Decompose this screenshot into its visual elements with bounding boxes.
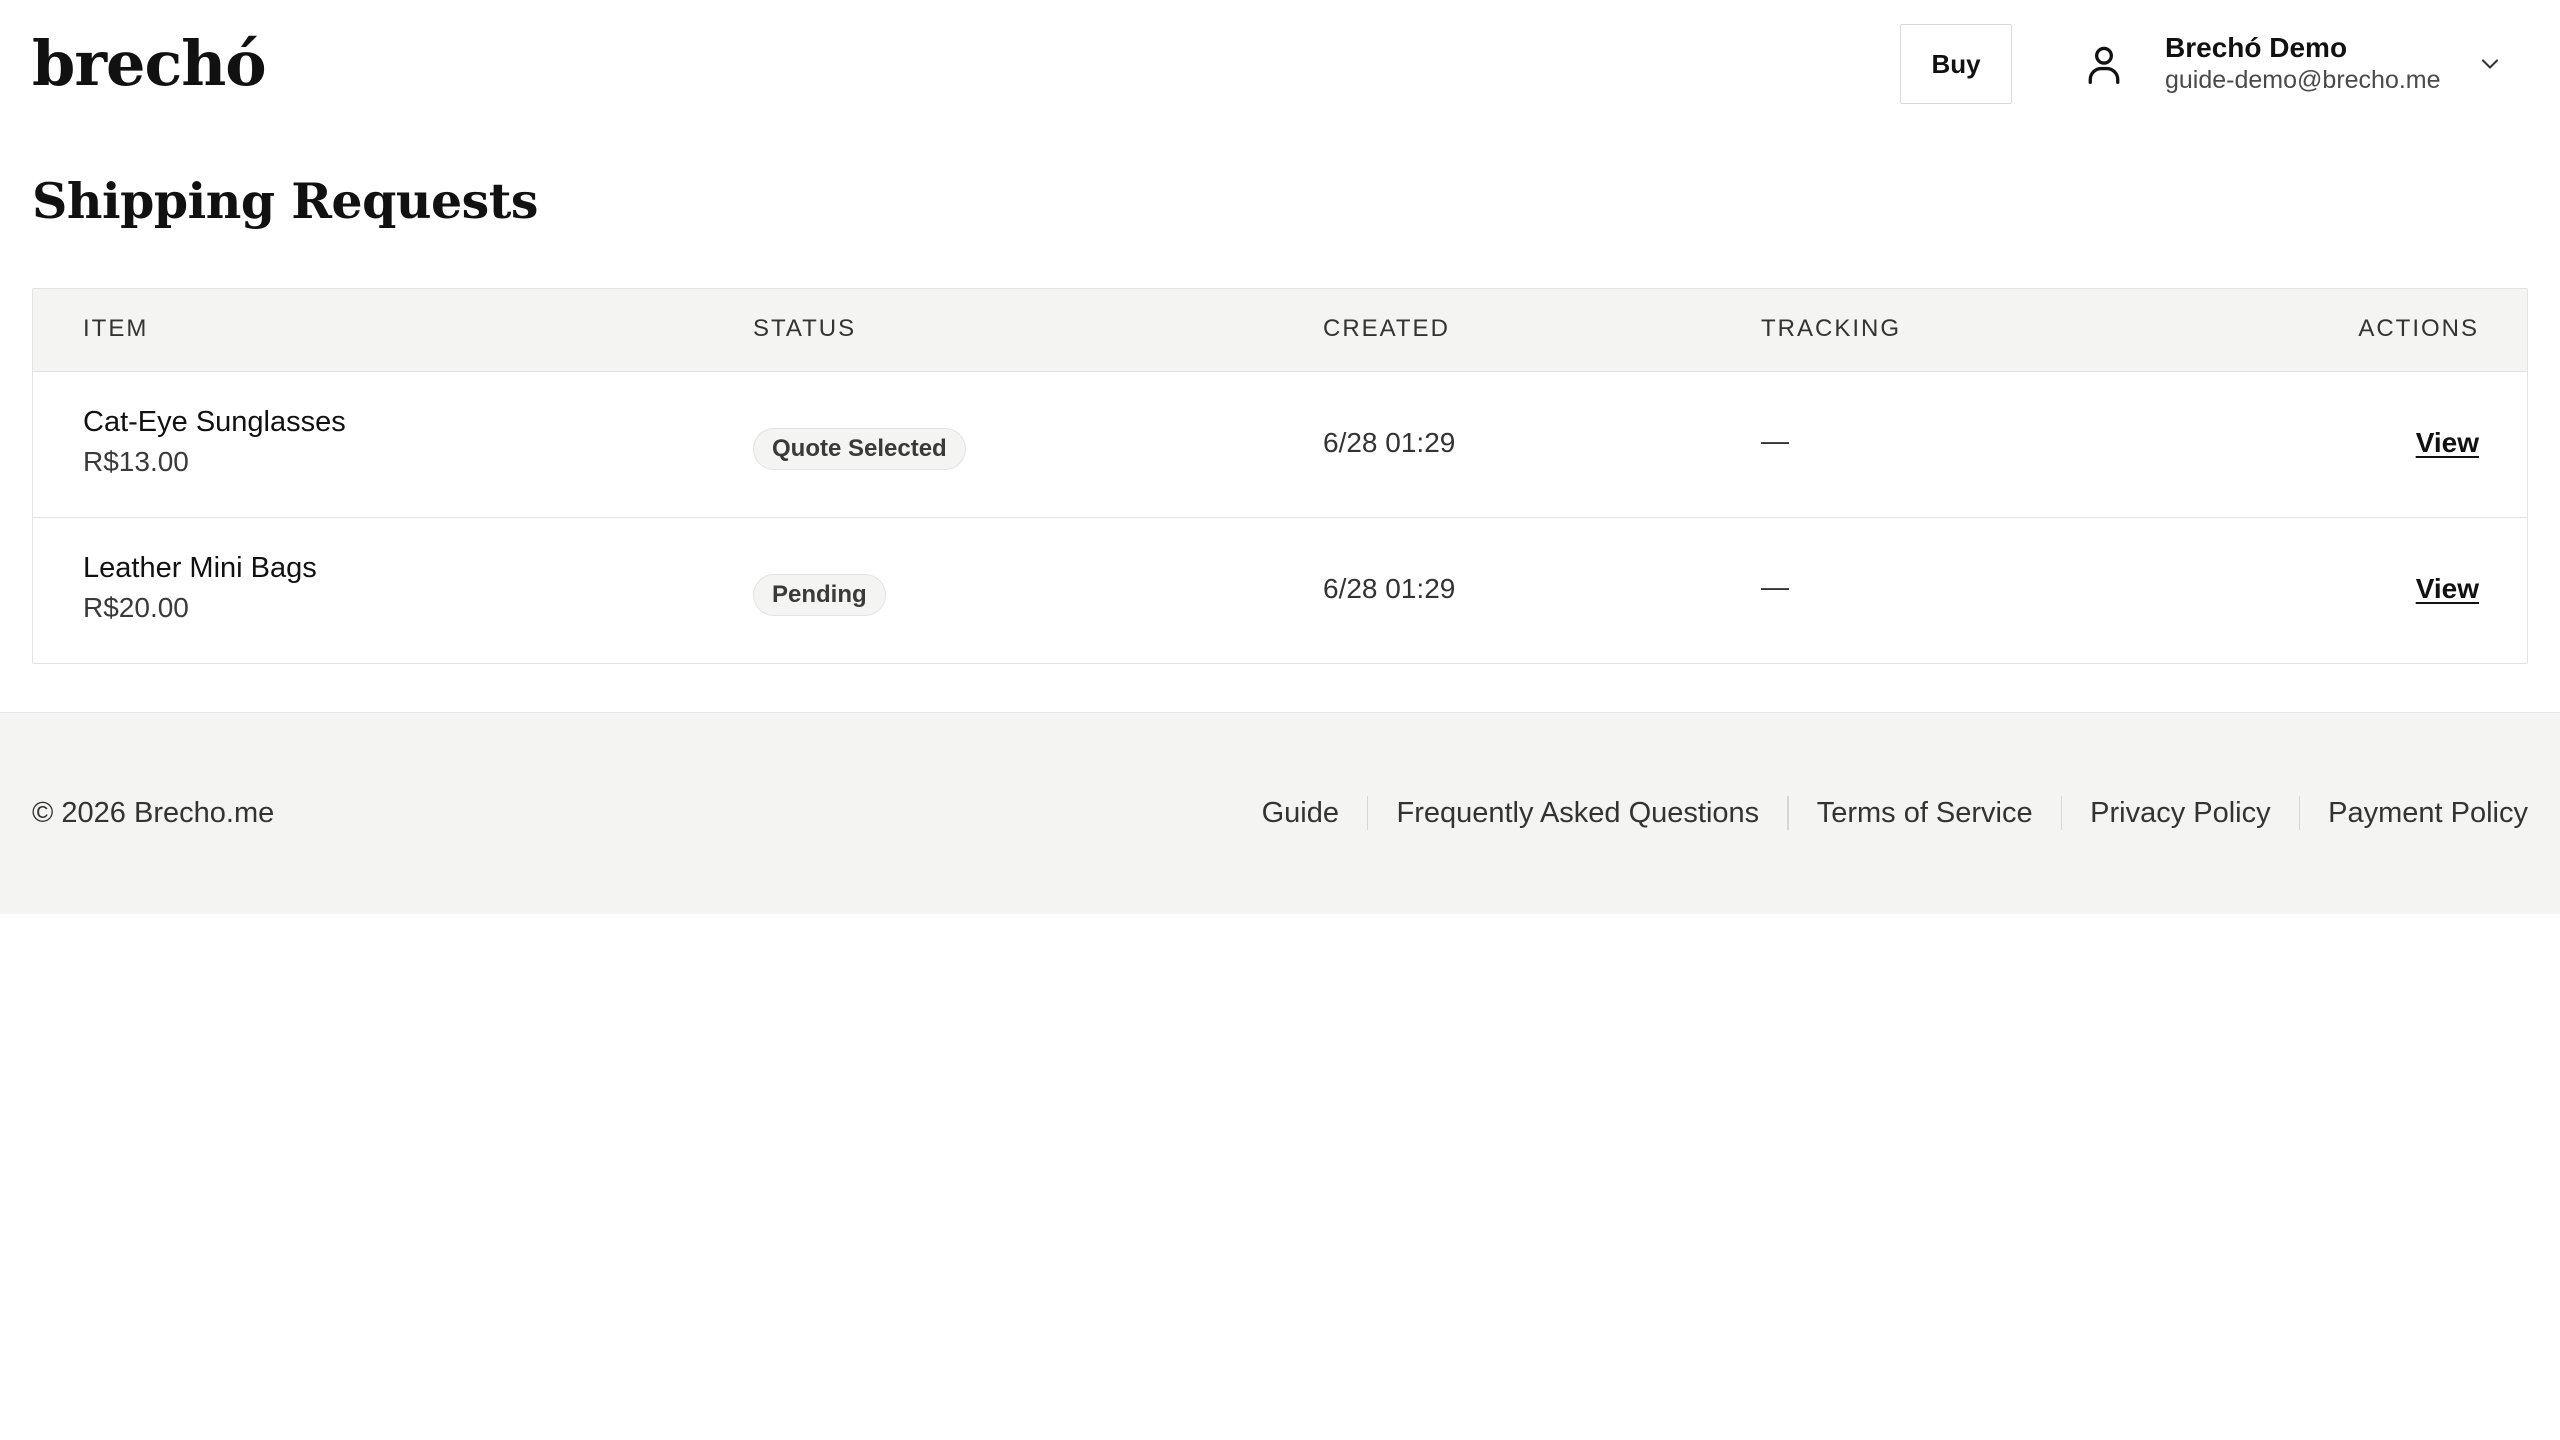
column-header-actions: ACTIONS (2358, 315, 2479, 342)
table-row: Leather Mini Bags R$20.00 Pending 6/28 0… (33, 518, 2527, 663)
footer-link-guide[interactable]: Guide (1262, 797, 1339, 830)
column-header-tracking: TRACKING (1761, 315, 1902, 342)
column-header-item: ITEM (83, 315, 149, 342)
footer-divider (2060, 796, 2063, 830)
column-header-created: CREATED (1323, 315, 1450, 342)
table-header: ITEM STATUS CREATED TRACKING ACTIONS (33, 289, 2527, 372)
chevron-down-icon[interactable] (2476, 50, 2504, 78)
footer-divider (2298, 796, 2301, 830)
table-row: Cat-Eye Sunglasses R$13.00 Quote Selecte… (33, 372, 2527, 518)
footer-link-payment[interactable]: Payment Policy (2328, 797, 2528, 830)
footer-links: Guide Frequently Asked Questions Terms o… (1262, 793, 2528, 833)
copyright: © 2026 Brecho.me (32, 797, 275, 829)
tracking-value: — (1761, 425, 1789, 456)
status-badge: Pending (753, 574, 886, 616)
footer-divider (1366, 796, 1369, 830)
logo[interactable]: brechó (32, 26, 267, 102)
user-name: Brechó Demo (2165, 32, 2348, 63)
column-header-status: STATUS (753, 315, 857, 342)
footer-link-faq[interactable]: Frequently Asked Questions (1396, 797, 1759, 830)
footer-link-privacy[interactable]: Privacy Policy (2090, 797, 2271, 830)
created-date: 6/28 01:29 (1323, 427, 1456, 458)
header: brechó Buy Brechó Demo guide-demo@brecho… (0, 0, 2560, 128)
buy-button[interactable]: Buy (1900, 24, 2012, 104)
item-price: R$13.00 (83, 446, 189, 477)
status-badge: Quote Selected (753, 428, 966, 470)
footer-link-terms[interactable]: Terms of Service (1817, 797, 2033, 830)
tracking-value: — (1761, 571, 1789, 602)
item-price: R$20.00 (83, 592, 189, 623)
item-name: Cat-Eye Sunglasses (83, 406, 346, 438)
user-email: guide-demo@brecho.me (2165, 66, 2441, 94)
view-link[interactable]: View (2416, 427, 2479, 459)
user-icon (2088, 46, 2120, 84)
item-name: Leather Mini Bags (83, 552, 317, 584)
shipping-requests-table: ITEM STATUS CREATED TRACKING ACTIONS Cat… (32, 288, 2528, 664)
page-title: Shipping Requests (32, 172, 538, 230)
user-menu[interactable]: Brechó Demo guide-demo@brecho.me (2072, 24, 2512, 104)
footer: © 2026 Brecho.me Guide Frequently Asked … (0, 712, 2560, 914)
view-link[interactable]: View (2416, 573, 2479, 605)
created-date: 6/28 01:29 (1323, 573, 1456, 604)
footer-divider (1787, 796, 1789, 830)
